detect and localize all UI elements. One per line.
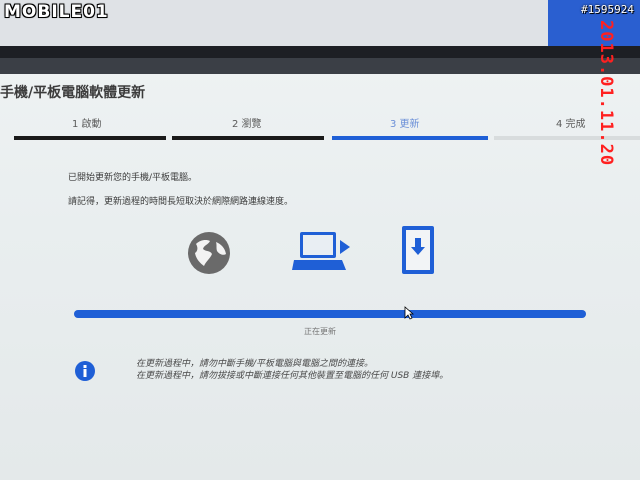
step-bar [14,136,166,140]
globe-icon [188,232,230,274]
phone-download-icon [402,226,434,274]
step-label: 1 啟動 [72,119,102,130]
update-window: 手機/平板電腦軟體更新 1 啟動 2 瀏覽 3 更新 4 完成 已開始更新您的手… [0,58,640,480]
step-start: 1 啟動 [14,112,166,140]
watermark-post-id: #1595924 [581,3,634,16]
update-started-message: 已開始更新您的手機/平板電腦。 [68,173,198,183]
step-label: 4 完成 [556,119,586,130]
step-browse: 2 瀏覽 [172,112,324,140]
step-bar [332,136,488,140]
step-label: 2 瀏覽 [232,119,262,130]
mouse-cursor-icon [404,306,414,320]
step-bar [494,136,640,140]
progress-status: 正在更新 [304,327,336,336]
page-title: 手機/平板電腦軟體更新 [0,85,146,101]
photo-top-strip: MOBILE01 #1595924 [0,0,640,60]
window-titlebar [0,58,640,74]
update-progress-bar [74,310,586,318]
laptop-icon [292,232,350,270]
warning-line-usb: 在更新過程中，請勿拔接或中斷連接任何其他裝置至電腦的任何 USB 連接埠。 [136,371,449,381]
progress-fill [74,310,586,318]
step-label: 3 更新 [390,119,420,130]
step-finish: 4 完成 [494,112,640,140]
watermark-logo: MOBILE01 [4,2,109,22]
info-icon [75,361,95,381]
photo-timestamp: 2013.01.11.20 [596,20,616,167]
update-duration-note: 請記得，更新過程的時間長短取決於網際網路連線速度。 [68,197,294,207]
step-bar [172,136,324,140]
step-indicator: 1 啟動 2 瀏覽 3 更新 4 完成 [0,112,640,144]
step-update: 3 更新 [332,112,488,140]
